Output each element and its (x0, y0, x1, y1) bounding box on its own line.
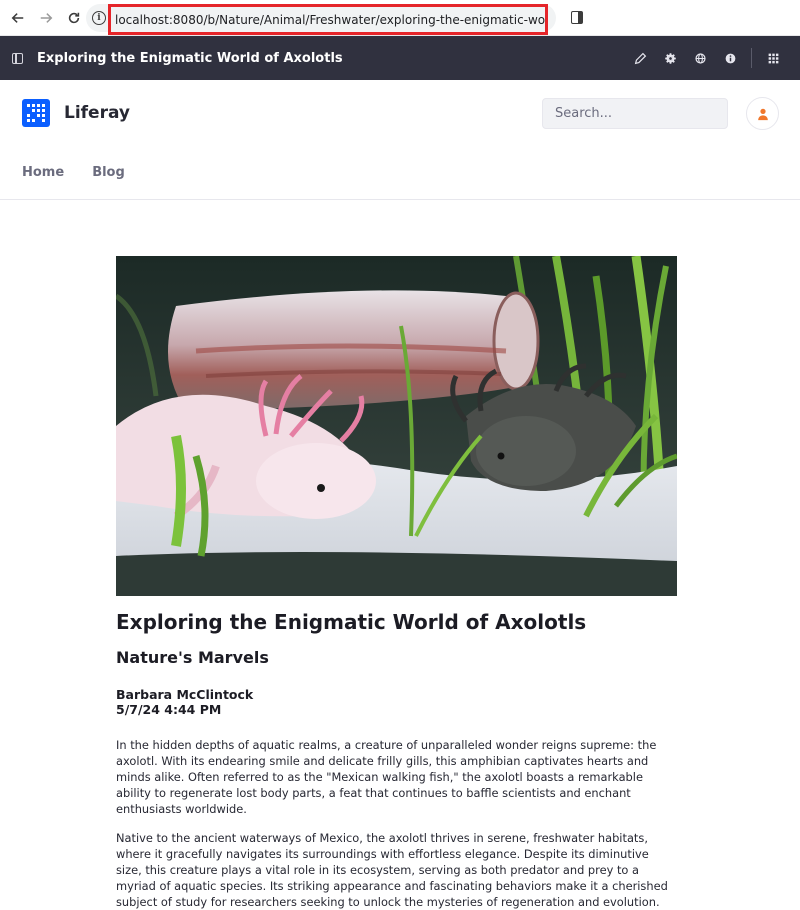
cover-image (116, 256, 677, 596)
globe-icon (694, 52, 706, 64)
user-icon (757, 108, 768, 120)
nav-item-home[interactable]: Home (22, 165, 64, 180)
control-menu-divider (751, 48, 752, 68)
user-avatar[interactable] (746, 97, 779, 130)
pencil-icon (634, 52, 646, 64)
reload-icon (68, 12, 80, 23)
article-paragraph: In the hidden depths of aquatic realms, … (116, 738, 657, 816)
site-header: Liferay (0, 80, 800, 146)
control-menu-title: Exploring the Enigmatic World of Axolotl… (37, 50, 343, 66)
article-subtitle: Nature's Marvels (116, 648, 269, 667)
forward-button[interactable] (32, 4, 60, 32)
configure-button[interactable] (655, 43, 685, 73)
url-text: localhost:8080/b/Nature/Animal/Freshwate… (115, 12, 545, 27)
author-name[interactable]: Barbara McClintock (116, 687, 677, 702)
liferay-logo[interactable] (22, 99, 50, 127)
side-panel-icon[interactable] (571, 11, 583, 24)
applications-menu-button[interactable] (758, 43, 788, 73)
url-highlight[interactable]: localhost:8080/b/Nature/Animal/Freshwate… (108, 4, 548, 35)
arrow-left-icon (11, 12, 24, 23)
article-title: Exploring the Enigmatic World of Axolotl… (116, 610, 587, 634)
edit-button[interactable] (625, 43, 655, 73)
arrow-right-icon (40, 12, 53, 23)
article-paragraph: Native to the ancient waterways of Mexic… (116, 831, 668, 909)
search-input[interactable] (555, 106, 725, 121)
control-menu: Exploring the Enigmatic World of Axolotl… (0, 36, 800, 80)
search-box[interactable] (542, 98, 728, 129)
nav-item-blog[interactable]: Blog (92, 165, 125, 180)
product-menu-icon[interactable] (12, 52, 23, 64)
site-info-icon[interactable]: i (92, 11, 106, 25)
simulation-button[interactable] (685, 43, 715, 73)
axolotl-photo (116, 256, 677, 596)
info-button[interactable] (715, 43, 745, 73)
site-name[interactable]: Liferay (64, 103, 130, 123)
blog-entry: Exploring the Enigmatic World of Axolotl… (116, 256, 677, 910)
back-button[interactable] (4, 4, 32, 32)
gear-icon (664, 52, 676, 64)
grid-icon (768, 53, 778, 63)
publish-date: 5/7/24 4:44 PM (116, 702, 222, 717)
info-circle-icon (725, 53, 735, 63)
site-navigation: Home Blog (0, 146, 800, 200)
browser-toolbar: i localhost:8080/b/Nature/Animal/Freshwa… (0, 0, 800, 36)
reload-button[interactable] (60, 4, 88, 32)
